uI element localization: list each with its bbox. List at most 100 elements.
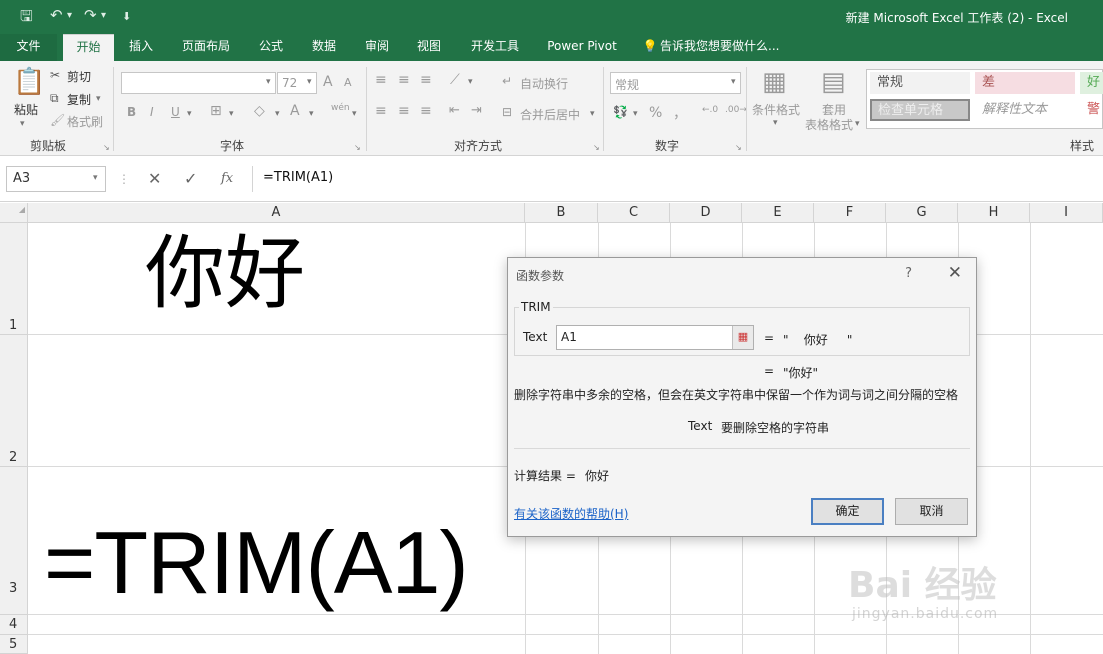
undo-icon[interactable]: ↶	[50, 6, 63, 24]
dialog-launcher-icon[interactable]: ↘	[593, 143, 600, 152]
chevron-down-icon[interactable]: ▾	[20, 119, 25, 129]
redo-dropdown-icon[interactable]: ▾	[101, 10, 106, 21]
select-all-button[interactable]: ◢	[0, 203, 28, 223]
chevron-down-icon[interactable]: ▾	[773, 118, 778, 128]
style-explanatory[interactable]: 解释性文本	[975, 99, 1075, 121]
grow-font-button[interactable]: A	[323, 74, 333, 90]
chevron-down-icon[interactable]: ▾	[266, 77, 271, 87]
style-normal[interactable]: 常规	[870, 72, 970, 94]
column-header-h[interactable]: H	[958, 203, 1030, 223]
style-bad[interactable]: 差	[975, 72, 1075, 94]
close-button[interactable]: ✕	[948, 263, 962, 283]
column-header-g[interactable]: G	[886, 203, 958, 223]
tab-formulas[interactable]: 公式	[248, 34, 294, 61]
align-top-icon[interactable]: ≡	[375, 72, 387, 88]
paste-button[interactable]: 粘贴	[14, 101, 38, 118]
format-table-label-2[interactable]: 表格格式	[805, 116, 853, 133]
help-button[interactable]: ?	[905, 266, 912, 281]
comma-button[interactable]: ，	[673, 103, 687, 123]
percent-button[interactable]: %	[649, 105, 662, 121]
font-color-button[interactable]: A	[290, 103, 300, 119]
formula-input[interactable]: =TRIM(A1)	[252, 166, 1103, 192]
increase-indent-icon[interactable]: ⇥	[471, 103, 482, 118]
redo-icon[interactable]: ↷	[84, 6, 97, 24]
ok-button[interactable]: 确定	[811, 498, 884, 525]
chevron-down-icon[interactable]: ▾	[96, 94, 101, 104]
chevron-down-icon[interactable]: ⬇	[122, 10, 131, 23]
tab-page-layout[interactable]: 页面布局	[170, 34, 242, 61]
underline-button[interactable]: U	[171, 105, 180, 119]
number-format-select[interactable]: 常规	[610, 72, 741, 94]
align-middle-icon[interactable]: ≡	[398, 72, 410, 88]
column-header-f[interactable]: F	[814, 203, 886, 223]
decrease-decimal-icon[interactable]: .00→	[725, 105, 747, 115]
save-icon[interactable]: 🖫	[20, 6, 33, 31]
column-header-d[interactable]: D	[670, 203, 742, 223]
chevron-down-icon[interactable]: ▾	[633, 109, 638, 119]
chevron-down-icon[interactable]: ▾	[309, 109, 314, 119]
style-warning[interactable]: 警	[1080, 99, 1103, 121]
cut-button[interactable]: 剪切	[67, 68, 91, 85]
dialog-launcher-icon[interactable]: ↘	[354, 143, 361, 152]
italic-button[interactable]: I	[150, 105, 154, 119]
undo-dropdown-icon[interactable]: ▾	[67, 10, 72, 21]
style-good[interactable]: 好	[1080, 72, 1103, 94]
dialog-launcher-icon[interactable]: ↘	[103, 143, 110, 152]
currency-icon[interactable]: 💱	[613, 105, 628, 119]
text-argument-input[interactable]: A1	[556, 325, 754, 350]
bold-button[interactable]: B	[127, 105, 136, 119]
insert-function-button[interactable]: fx	[221, 171, 233, 186]
row-header-5[interactable]: 5	[0, 635, 28, 654]
tab-review[interactable]: 审阅	[354, 34, 400, 61]
align-left-icon[interactable]: ≡	[375, 103, 387, 119]
chevron-down-icon[interactable]: ▾	[93, 173, 98, 183]
chevron-down-icon[interactable]: ▾	[229, 109, 234, 119]
row-header-3[interactable]: 3	[0, 467, 28, 615]
cell-a3[interactable]: =TRIM(A1)	[44, 519, 469, 607]
column-header-b[interactable]: B	[525, 203, 598, 223]
chevron-down-icon[interactable]: ▾	[187, 109, 192, 119]
collapse-dialog-icon[interactable]: ▦	[732, 326, 753, 349]
copy-button[interactable]: 复制	[67, 91, 91, 108]
fill-color-icon[interactable]: ◇	[254, 103, 265, 119]
chevron-down-icon[interactable]: ▾	[590, 109, 595, 119]
chevron-down-icon[interactable]: ▾	[731, 77, 736, 87]
name-box[interactable]: A3	[6, 166, 106, 192]
column-header-c[interactable]: C	[598, 203, 670, 223]
merge-center-button[interactable]: 合并后居中	[520, 106, 580, 123]
orientation-icon[interactable]: ⟋	[450, 72, 460, 88]
conditional-format-button[interactable]: 条件格式	[752, 101, 800, 118]
shrink-font-button[interactable]: A	[344, 76, 352, 89]
column-header-i[interactable]: I	[1030, 203, 1103, 223]
dialog-launcher-icon[interactable]: ↘	[735, 143, 742, 152]
align-right-icon[interactable]: ≡	[420, 103, 432, 119]
font-name-select[interactable]	[121, 72, 276, 94]
style-check-cell[interactable]: 检查单元格	[870, 99, 970, 121]
align-bottom-icon[interactable]: ≡	[420, 72, 432, 88]
border-icon[interactable]: ⊞	[210, 103, 222, 119]
column-header-a[interactable]: A	[28, 203, 525, 223]
row-header-2[interactable]: 2	[0, 335, 28, 467]
align-center-icon[interactable]: ≡	[398, 103, 410, 119]
chevron-down-icon[interactable]: ▾	[468, 77, 473, 87]
tab-insert[interactable]: 插入	[118, 34, 164, 61]
phonetic-button[interactable]: wén	[331, 103, 350, 113]
cancel-button[interactable]: 取消	[895, 498, 968, 525]
chevron-down-icon[interactable]: ▾	[352, 109, 357, 119]
format-painter-button[interactable]: 格式刷	[67, 113, 103, 130]
tab-file[interactable]: 文件	[0, 34, 57, 61]
wrap-text-button[interactable]: 自动换行	[520, 75, 568, 92]
cancel-formula-button[interactable]: ✕	[148, 169, 161, 188]
tab-home[interactable]: 开始	[63, 34, 114, 61]
row-header-1[interactable]: 1	[0, 223, 28, 335]
chevron-down-icon[interactable]: ▾	[855, 119, 860, 129]
cell-a1[interactable]: 你好	[145, 234, 305, 314]
tell-me-search[interactable]: 告诉我您想要做什么...	[660, 34, 785, 61]
tab-power-pivot[interactable]: Power Pivot	[538, 34, 626, 61]
increase-decimal-icon[interactable]: ←.0	[702, 105, 718, 115]
tab-developer[interactable]: 开发工具	[460, 34, 530, 61]
function-help-link[interactable]: 有关该函数的帮助(H)	[514, 505, 628, 522]
row-header-4[interactable]: 4	[0, 615, 28, 635]
chevron-down-icon[interactable]: ▾	[275, 109, 280, 119]
decrease-indent-icon[interactable]: ⇤	[449, 103, 460, 118]
